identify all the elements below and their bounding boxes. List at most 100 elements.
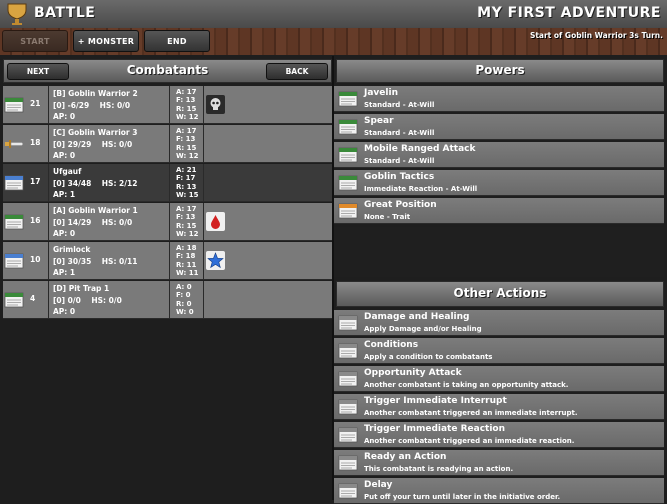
action-description: Another combatant triggered an immediate… — [364, 437, 575, 445]
combatant-name: Ufgauf — [53, 167, 82, 176]
stat-fortitude: F: 13 — [176, 135, 196, 143]
action-points: AP: 0 — [53, 307, 76, 316]
stat-reflex: R: 15 — [176, 104, 197, 113]
column-divider — [203, 125, 204, 163]
other-actions-title: Other Actions — [453, 286, 547, 300]
action-item[interactable]: Delay Put off your turn until later in th… — [334, 478, 664, 504]
healing-surges: HS: 0/0 — [101, 218, 133, 227]
power-type: Standard - At-Will — [364, 157, 435, 165]
combatant-sheet[interactable] — [4, 253, 24, 269]
stat-ac: A: 18 — [176, 244, 197, 252]
page-title: BATTLE — [34, 5, 96, 21]
action-points: AP: 0 — [53, 112, 76, 121]
action-name: Opportunity Attack — [364, 368, 462, 378]
combatant-sheet[interactable] — [4, 97, 24, 113]
combatant-row[interactable]: 4 [D] Pit Trap 1 [0] 0/0 HS: 0/0 AP: 0 A: 0F… — [3, 281, 332, 319]
green-sheet-icon — [338, 175, 358, 191]
initiative-value: 21 — [30, 99, 41, 108]
stat-fortitude: F: 13 — [176, 213, 196, 221]
hit-points: [0] 14/29 HS: 0/0 — [53, 218, 133, 227]
column-divider — [203, 242, 204, 280]
initiative-value: 4 — [30, 294, 36, 303]
combatant-row[interactable]: 21 [B] Goblin Warrior 2 [0] -6/29 HS: 0/0 A… — [3, 86, 332, 124]
action-sheet-icon — [338, 315, 358, 331]
column-divider — [203, 281, 204, 319]
back-button[interactable]: BACK — [266, 63, 328, 80]
action-description: This combatant is readying an action. — [364, 465, 514, 473]
stat-will: W: 12 — [176, 113, 199, 121]
stat-fortitude: F: 0 — [176, 291, 191, 299]
action-description: Apply Damage and/or Healing — [364, 325, 482, 333]
power-item[interactable]: Great Position None - Trait — [334, 198, 664, 224]
combatant-row[interactable]: 16 [A] Goblin Warrior 1 [0] 14/29 HS: 0/0 A… — [3, 203, 332, 241]
action-sheet-icon — [338, 399, 358, 415]
powers-header: Powers — [336, 59, 664, 83]
hit-points: [0] 29/29 HS: 0/0 — [53, 140, 133, 149]
powers-title: Powers — [475, 63, 525, 77]
stat-reflex: R: 0 — [176, 299, 192, 308]
hit-points: [0] 30/35 HS: 0/11 — [53, 257, 138, 266]
stat-will: W: 11 — [176, 269, 199, 277]
combatant-sheet[interactable] — [4, 175, 24, 191]
combatant-sheet[interactable] — [4, 214, 24, 230]
action-item[interactable]: Conditions Apply a condition to combatant… — [334, 338, 664, 364]
trophy-shield-icon — [7, 3, 27, 25]
add-monster-button[interactable]: + MONSTER — [73, 30, 139, 52]
star-icon — [206, 251, 225, 270]
power-item[interactable]: Goblin Tactics Immediate Reaction - At-Wi… — [334, 170, 664, 196]
action-name: Ready an Action — [364, 452, 447, 462]
sword-icon — [5, 140, 24, 148]
column-divider — [203, 203, 204, 241]
stat-reflex: R: 11 — [176, 260, 197, 269]
power-name: Javelin — [364, 88, 398, 98]
healing-surges: HS: 0/0 — [101, 140, 133, 149]
combatant-row[interactable]: 10 Grimlock [0] 30/35 HS: 0/11 AP: 1 A: 18 F:… — [3, 242, 332, 280]
combatant-row[interactable]: 18 [C] Goblin Warrior 3 [0] 29/29 HS: 0/0 A… — [3, 125, 332, 163]
green-sheet-icon — [4, 97, 24, 113]
action-description: Apply a condition to combatants — [364, 353, 493, 361]
column-divider — [203, 86, 204, 124]
initiative-value: 18 — [30, 138, 41, 147]
action-item[interactable]: Damage and Healing Apply Damage and/or He… — [334, 310, 664, 336]
column-divider — [169, 164, 170, 202]
column-divider — [169, 86, 170, 124]
power-type: Standard - At-Will — [364, 129, 435, 137]
combatant-sheet[interactable] — [4, 136, 24, 152]
turn-status: Start of Goblin Warrior 3s Turn. — [529, 31, 663, 40]
combatant-row[interactable]: 17 Ufgauf [0] 34/48 HS: 2/12 AP: 1 A: 21 F: 1… — [3, 164, 332, 202]
action-name: Trigger Immediate Interrupt — [364, 396, 507, 406]
action-description: Another combatant is taking an opportuni… — [364, 381, 569, 389]
blue-sheet-icon — [4, 175, 24, 191]
stat-ac: A: 17 — [176, 205, 197, 213]
power-name: Spear — [364, 116, 394, 126]
healing-surges: HS: 0/0 — [91, 296, 122, 305]
action-item[interactable]: Trigger Immediate Reaction Another combat… — [334, 422, 664, 448]
combatant-sheet[interactable] — [4, 292, 24, 308]
action-name: Conditions — [364, 340, 419, 350]
column-divider — [169, 125, 170, 163]
stat-ac: A: 17 — [176, 127, 197, 135]
action-item[interactable]: Opportunity Attack Another combatant is t… — [334, 366, 664, 392]
green-sheet-icon — [4, 292, 24, 308]
stat-will: W: 15 — [176, 191, 199, 199]
start-button[interactable]: START — [2, 30, 68, 52]
column-divider — [48, 164, 49, 202]
stat-reflex: R: 13 — [176, 182, 197, 191]
stat-reflex: R: 15 — [176, 221, 197, 230]
end-turn-button[interactable]: END — [144, 30, 210, 52]
initiative-value: 17 — [30, 177, 41, 186]
blue-sheet-icon — [4, 253, 24, 269]
column-divider — [48, 242, 49, 280]
action-item[interactable]: Trigger Immediate Interrupt Another comba… — [334, 394, 664, 420]
healing-surges: HS: 2/12 — [101, 179, 138, 188]
action-points: AP: 1 — [53, 190, 76, 199]
action-item[interactable]: Ready an Action This combatant is readyin… — [334, 450, 664, 476]
next-button[interactable]: NEXT — [7, 63, 69, 80]
power-name: Great Position — [364, 200, 437, 210]
powers-empty-area — [334, 227, 664, 277]
power-item[interactable]: Javelin Standard - At-Will — [334, 86, 664, 112]
power-item[interactable]: Mobile Ranged Attack Standard - At-Will — [334, 142, 664, 168]
power-item[interactable]: Spear Standard - At-Will — [334, 114, 664, 140]
initiative-value: 16 — [30, 216, 41, 225]
action-name: Delay — [364, 480, 393, 490]
